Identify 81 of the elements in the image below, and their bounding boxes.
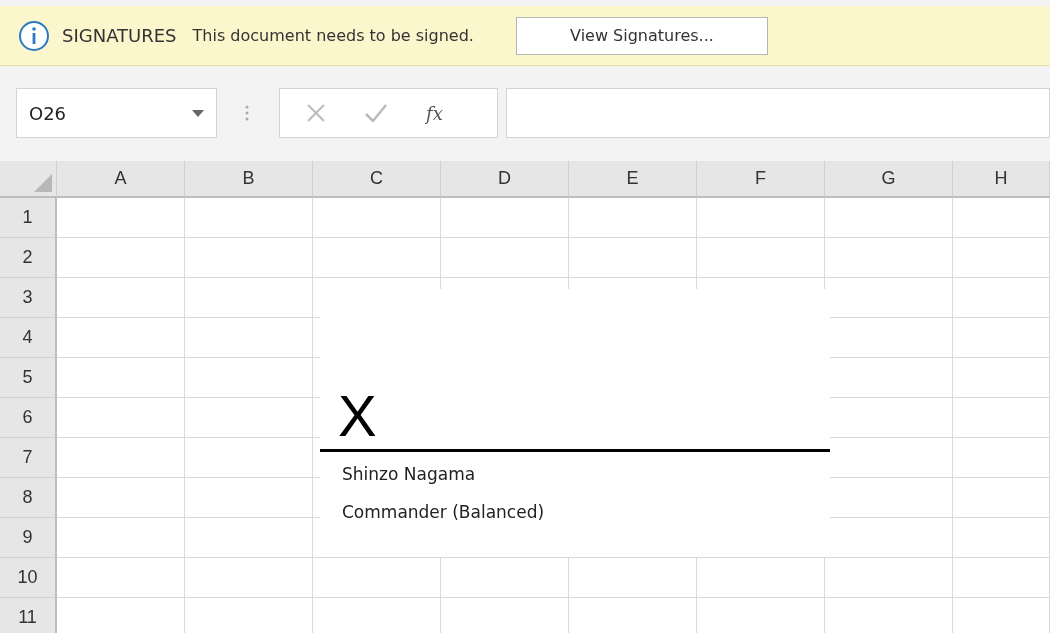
table-cell[interactable]: [185, 478, 313, 518]
table-cell[interactable]: [569, 238, 697, 278]
column-header[interactable]: E: [569, 161, 697, 198]
table-cell[interactable]: [313, 198, 441, 238]
dropdown-arrow-icon: [192, 109, 204, 117]
row-header[interactable]: 3: [0, 278, 57, 318]
row-header[interactable]: 8: [0, 478, 57, 518]
table-cell[interactable]: [185, 398, 313, 438]
table-cell[interactable]: [953, 478, 1050, 518]
table-cell[interactable]: [57, 518, 185, 558]
row-header[interactable]: 4: [0, 318, 57, 358]
name-box[interactable]: O26: [16, 88, 217, 138]
table-cell[interactable]: [953, 398, 1050, 438]
table-cell[interactable]: [57, 478, 185, 518]
column-header[interactable]: C: [313, 161, 441, 198]
cancel-icon[interactable]: [306, 103, 326, 123]
table-cell[interactable]: [57, 278, 185, 318]
column-header[interactable]: A: [57, 161, 185, 198]
table-cell[interactable]: [825, 558, 953, 598]
view-signatures-button[interactable]: View Signatures...: [515, 16, 768, 55]
message-bar-title: SIGNATURES: [62, 24, 177, 48]
signer-name: Shinzo Nagama: [342, 463, 477, 486]
table-cell[interactable]: [953, 558, 1050, 598]
table-cell[interactable]: [441, 238, 569, 278]
table-cell[interactable]: [57, 318, 185, 358]
table-cell[interactable]: [185, 198, 313, 238]
signature-line-overlay[interactable]: X Shinzo Nagama Commander (Balanced): [320, 289, 830, 557]
table-cell[interactable]: [185, 238, 313, 278]
column-header[interactable]: B: [185, 161, 313, 198]
table-cell[interactable]: [57, 398, 185, 438]
check-icon[interactable]: [364, 103, 388, 123]
row-header[interactable]: 6: [0, 398, 57, 438]
table-cell[interactable]: [953, 358, 1050, 398]
select-all-icon[interactable]: [34, 174, 52, 192]
table-cell[interactable]: [569, 558, 697, 598]
table-cell[interactable]: [825, 198, 953, 238]
table-cell[interactable]: [569, 198, 697, 238]
row-header[interactable]: 2: [0, 238, 57, 278]
table-cell[interactable]: [697, 198, 825, 238]
row-header[interactable]: 1: [0, 198, 57, 238]
cell-reference: O26: [29, 101, 67, 126]
formula-input[interactable]: [506, 88, 1050, 138]
grip-icon: [245, 104, 249, 122]
signer-title: Commander (Balanced): [342, 500, 546, 524]
table-cell[interactable]: [953, 198, 1050, 238]
table-cell[interactable]: [57, 198, 185, 238]
row-header[interactable]: 5: [0, 358, 57, 398]
table-cell[interactable]: [953, 318, 1050, 358]
column-header[interactable]: H: [953, 161, 1050, 198]
column-header[interactable]: F: [697, 161, 825, 198]
table-cell[interactable]: [953, 518, 1050, 558]
row-header[interactable]: 10: [0, 558, 57, 598]
table-cell[interactable]: [953, 438, 1050, 478]
row-header[interactable]: 9: [0, 518, 57, 558]
table-cell[interactable]: [953, 278, 1050, 318]
table-cell[interactable]: [185, 438, 313, 478]
table-cell[interactable]: [57, 558, 185, 598]
table-cell[interactable]: [185, 518, 313, 558]
table-cell[interactable]: [185, 278, 313, 318]
table-cell[interactable]: [185, 318, 313, 358]
table-cell[interactable]: [57, 238, 185, 278]
table-cell[interactable]: [441, 198, 569, 238]
table-cell[interactable]: [953, 238, 1050, 278]
insert-function-button[interactable]: fx: [426, 99, 443, 127]
table-cell[interactable]: [441, 558, 569, 598]
row-header[interactable]: 7: [0, 438, 57, 478]
column-header[interactable]: G: [825, 161, 953, 198]
table-cell[interactable]: [57, 358, 185, 398]
row-header[interactable]: 11: [0, 598, 57, 633]
table-cell[interactable]: [697, 238, 825, 278]
column-header[interactable]: D: [441, 161, 569, 198]
table-cell[interactable]: [57, 438, 185, 478]
info-icon: [18, 19, 50, 52]
table-cell[interactable]: [825, 238, 953, 278]
table-cell[interactable]: [313, 238, 441, 278]
table-cell[interactable]: [185, 358, 313, 398]
table-cell[interactable]: [185, 558, 313, 598]
message-text: This document needs to be signed.: [192, 24, 474, 47]
table-cell[interactable]: [697, 558, 825, 598]
signature-mark: X: [338, 387, 377, 445]
table-cell[interactable]: [313, 558, 441, 598]
